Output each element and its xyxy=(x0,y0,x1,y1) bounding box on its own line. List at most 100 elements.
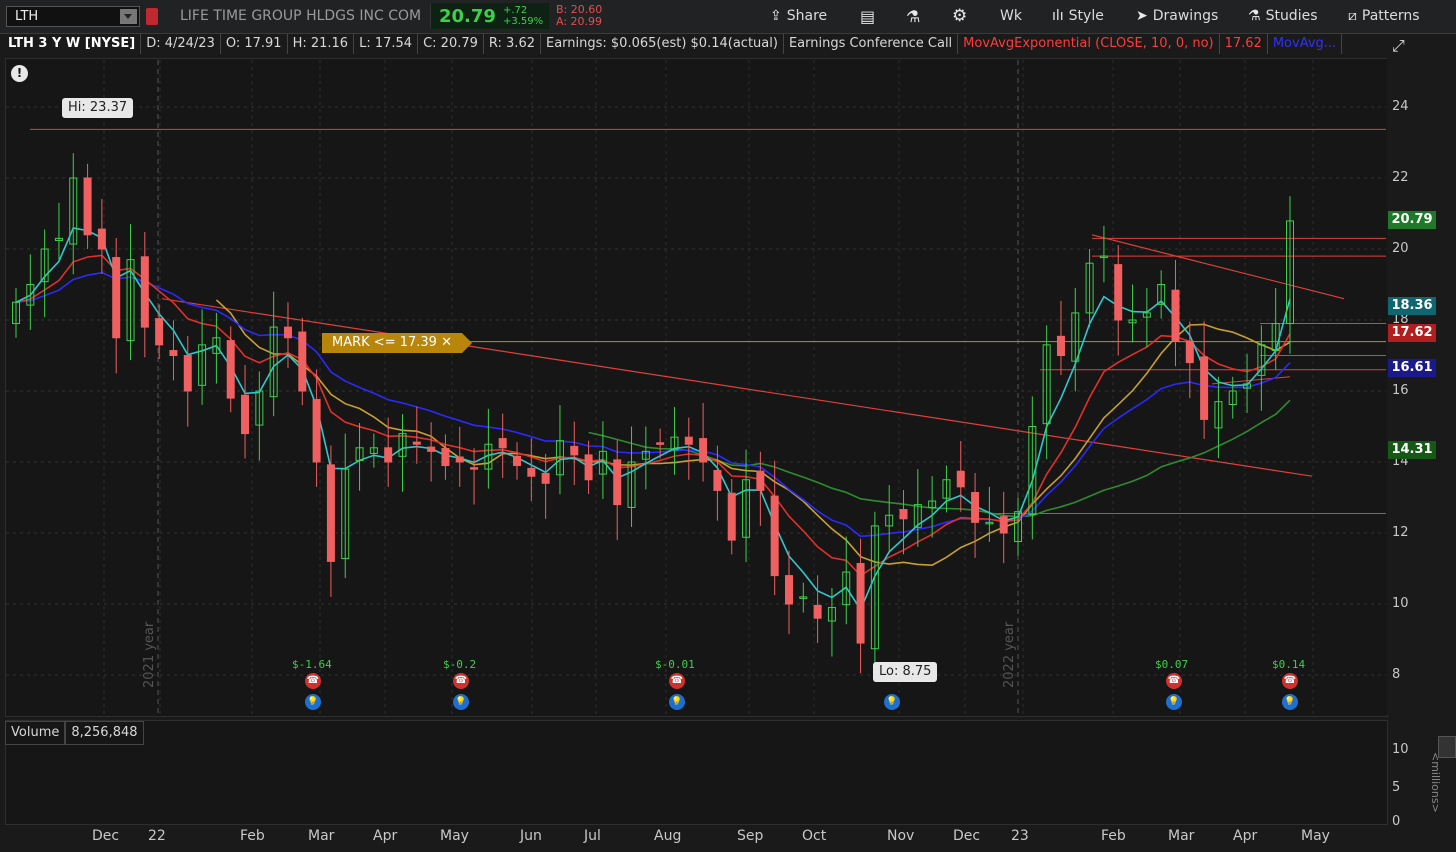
time-axis-label: Apr xyxy=(1233,828,1258,844)
chart-info-bar: LTH 3 Y W [NYSE] D: 4/24/23 O: 17.91 H: 21.… xyxy=(5,34,1385,56)
mark-label: MARK <= 17.39 xyxy=(332,335,437,350)
earnings-bulb-icon[interactable]: 💡 xyxy=(1166,694,1182,710)
top-toolbar: LTH LIFE TIME GROUP HLDGS INC COM 20.79 … xyxy=(0,0,1456,34)
ask-price: A: 20.99 xyxy=(556,15,603,28)
conference-call-icon[interactable]: ☎ xyxy=(453,673,469,689)
symbol-input[interactable]: LTH xyxy=(6,6,140,27)
price-tick-label: 10 xyxy=(1392,596,1409,611)
volume-unit: <millions> xyxy=(1429,752,1442,813)
study-ma-label[interactable]: MovAvg... xyxy=(1268,34,1343,54)
last-price: 20.79 xyxy=(439,6,496,27)
symbol-text: LTH xyxy=(15,9,39,24)
mark-alert-tag[interactable]: MARK <= 17.39 ✕ xyxy=(322,333,472,353)
ma-green-tag: 14.31 xyxy=(1388,441,1436,459)
earnings-bulb-icon[interactable]: 💡 xyxy=(1282,694,1298,710)
price-tick-label: 24 xyxy=(1392,99,1409,114)
patterns-label: Patterns xyxy=(1361,8,1420,24)
timeframe-label: Wk xyxy=(1000,8,1022,24)
bar-close: C: 20.79 xyxy=(418,34,484,54)
link-flag-icon[interactable] xyxy=(146,8,158,25)
price-tick-label: 16 xyxy=(1392,383,1409,398)
bar-high: H: 21.16 xyxy=(288,34,355,54)
share-button[interactable]: ⇪ Share xyxy=(770,0,827,33)
volume-axis-tick: 10 xyxy=(1392,742,1409,757)
volume-axis-tick: 0 xyxy=(1392,814,1401,829)
last-price-box: 20.79 +.72 +3.59% xyxy=(430,3,549,29)
earnings-bulb-icon[interactable]: 💡 xyxy=(453,694,469,710)
studies-button[interactable]: ⚗ Studies xyxy=(1248,0,1318,33)
earnings-bulb-icon[interactable]: 💡 xyxy=(305,694,321,710)
price-tick-label: 20 xyxy=(1392,241,1409,256)
collapse-panel-icon[interactable]: ⤢ xyxy=(1392,36,1414,55)
settings-button[interactable]: ⚙ xyxy=(952,0,972,33)
study-ema-value: 17.62 xyxy=(1220,34,1268,54)
drawings-label: Drawings xyxy=(1152,8,1219,24)
year-label-2022: 2022 year xyxy=(1002,621,1017,688)
earnings-bulb-icon[interactable]: 💡 xyxy=(884,694,900,710)
flask-button[interactable]: ⚗ xyxy=(906,0,925,33)
year-label-2021: 2021 year xyxy=(142,621,157,688)
earnings-bulb-icon[interactable]: 💡 xyxy=(669,694,685,710)
time-axis-label: May xyxy=(1301,828,1330,844)
price-chart-area[interactable] xyxy=(5,58,1388,717)
price-change: +.72 +3.59% xyxy=(503,5,543,27)
close-icon[interactable]: ✕ xyxy=(441,335,452,350)
ema-red-tag: 17.62 xyxy=(1388,324,1436,342)
studies-label: Studies xyxy=(1265,8,1318,24)
time-axis-label: 23 xyxy=(1011,828,1029,844)
time-axis-label: Mar xyxy=(1168,828,1195,844)
pct-change: +3.59% xyxy=(503,16,544,27)
bar-range: R: 3.62 xyxy=(484,34,541,54)
earnings-value: $-1.64 xyxy=(292,658,332,671)
net-change: +.72 xyxy=(503,5,528,16)
share-label: Share xyxy=(786,8,828,24)
alert-icon[interactable]: ! xyxy=(11,65,28,82)
conference-call-icon[interactable]: ☎ xyxy=(305,673,321,689)
chart-title[interactable]: LTH 3 Y W [NYSE] xyxy=(5,34,142,54)
price-tick-label: 22 xyxy=(1392,170,1409,185)
symbol-dropdown-button[interactable] xyxy=(120,9,137,24)
time-axis-label: Feb xyxy=(240,828,265,844)
share-icon: ⇪ xyxy=(770,8,782,24)
earnings-info: Earnings: $0.065(est) $0.14(actual) xyxy=(541,34,784,54)
flask2-icon: ⚗ xyxy=(1248,8,1261,24)
conference-call-icon[interactable]: ☎ xyxy=(669,673,685,689)
volume-pane[interactable] xyxy=(5,720,1388,825)
style-button[interactable]: ılı Style xyxy=(1052,0,1104,33)
time-axis-label: Dec xyxy=(92,828,120,844)
time-axis-label: Mar xyxy=(308,828,335,844)
time-axis-label: Jul xyxy=(584,828,601,844)
time-axis-label: Nov xyxy=(887,828,915,844)
time-axis-label: Feb xyxy=(1101,828,1126,844)
volume-value: 8,256,848 xyxy=(65,721,144,745)
price-tick-label: 8 xyxy=(1392,667,1401,682)
drawings-button[interactable]: ➤ Drawings xyxy=(1136,0,1218,33)
conference-info: Earnings Conference Call xyxy=(784,34,959,54)
earnings-value: $0.07 xyxy=(1155,658,1189,671)
bar-low: L: 17.54 xyxy=(354,34,419,54)
earnings-value: $-0.01 xyxy=(655,658,695,671)
time-axis-label: 22 xyxy=(148,828,166,844)
last-price-tag: 20.79 xyxy=(1388,211,1436,229)
book-icon: ▤ xyxy=(860,7,876,26)
timeframe-button[interactable]: Wk xyxy=(1000,0,1022,33)
candles-icon: ılı xyxy=(1052,8,1064,24)
bar-date: D: 4/24/23 xyxy=(141,34,221,54)
conference-call-icon[interactable]: ☎ xyxy=(1282,673,1298,689)
style-label: Style xyxy=(1068,8,1104,24)
bar-open: O: 17.91 xyxy=(221,34,288,54)
time-axis-label: Oct xyxy=(802,828,827,844)
earnings-value: $-0.2 xyxy=(443,658,477,671)
time-axis-label: Apr xyxy=(373,828,398,844)
time-axis-label: Dec xyxy=(953,828,981,844)
study-ema-label[interactable]: MovAvgExponential (CLOSE, 10, 0, no) xyxy=(958,34,1220,54)
patterns-button[interactable]: ⧄ Patterns xyxy=(1348,0,1420,33)
bid-ask: B: 20.60 A: 20.99 xyxy=(556,4,602,28)
earnings-value: $0.14 xyxy=(1272,658,1306,671)
conference-call-icon[interactable]: ☎ xyxy=(1166,673,1182,689)
side-panel-toggle[interactable] xyxy=(1438,736,1456,758)
price-tick-label: 12 xyxy=(1392,525,1409,540)
news-button[interactable]: ▤ xyxy=(860,0,880,33)
high-label: Hi: 23.37 xyxy=(62,98,134,118)
volume-label: Volume xyxy=(5,721,66,745)
